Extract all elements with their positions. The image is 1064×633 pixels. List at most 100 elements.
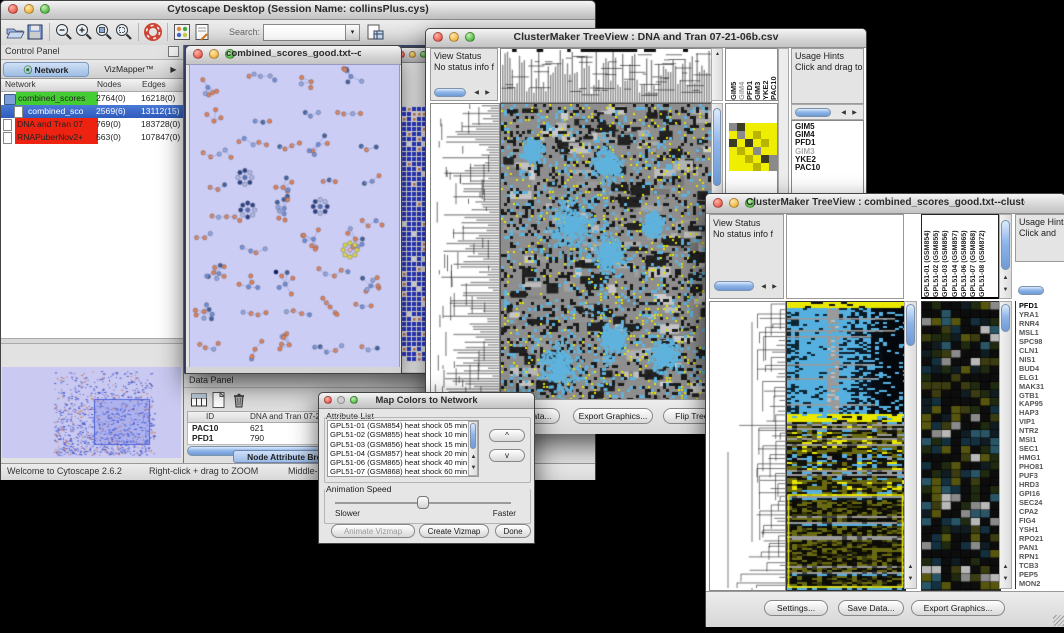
scroll-up-icon[interactable]: ▲ (905, 564, 916, 570)
treeview1-left-dendrogram[interactable] (430, 103, 500, 401)
scroll-down-icon[interactable]: ▼ (1000, 576, 1011, 582)
attribute-list-item[interactable]: GPL51-02 (GSM855) heat shock 10 min (328, 430, 478, 439)
network-list-row[interactable]: RNAPuberNov2+563(0)107847(0) (1, 131, 183, 144)
done-button[interactable]: Done (495, 524, 531, 538)
scrollbar-thumb[interactable] (713, 108, 721, 186)
disabled-animate-vizmap-button[interactable]: Animate Vizmap (331, 524, 415, 538)
scroll-right-icon[interactable]: ▶ (482, 90, 493, 96)
scrollbar-thumb[interactable] (1001, 304, 1010, 332)
treeview1-top-dendrogram[interactable] (500, 48, 712, 103)
move-down-button[interactable]: v (489, 449, 525, 462)
treeview2-titlebar[interactable]: ClusterMaker TreeView : combined_scores_… (706, 194, 1064, 214)
tab-network[interactable]: ⦿ Network (3, 62, 89, 77)
network-view-canvas[interactable] (189, 64, 400, 368)
move-up-button[interactable]: ^ (489, 429, 525, 442)
import-table-icon[interactable] (365, 22, 385, 42)
zoom-button[interactable] (350, 396, 358, 404)
view-status-hscrollbar[interactable] (434, 88, 466, 97)
scroll-right-icon[interactable]: ▶ (769, 284, 780, 290)
attribute-list-item[interactable]: GPL51-01 (GSM854) heat shock 05 min (328, 421, 478, 430)
treeview2-hints-hscrollbar[interactable] (1018, 286, 1044, 295)
scroll-up-icon[interactable]: ▲ (468, 454, 479, 460)
scroll-down-icon[interactable]: ▼ (468, 465, 479, 471)
minimize-button[interactable] (449, 32, 459, 42)
network-list-row[interactable]: combined_sco2569(6)13112(15) (1, 105, 183, 118)
attribute-list-vscrollbar[interactable]: ▲ ▼ (468, 421, 478, 476)
attribute-list-item[interactable]: GPL51-06 (GSM865) heat shock 40 min (328, 458, 478, 467)
close-button[interactable] (8, 4, 18, 14)
minimize-button[interactable] (24, 4, 34, 14)
resize-grip[interactable] (1053, 615, 1064, 626)
main-window-titlebar[interactable]: Cytoscape Desktop (Session Name: collins… (1, 1, 595, 20)
save-data-button[interactable]: Save Data... (838, 600, 904, 616)
scroll-up-icon[interactable]: ▲ (1000, 564, 1011, 570)
scroll-up-icon[interactable]: ▲ (1000, 275, 1011, 281)
zoom-out-icon[interactable] (54, 22, 74, 42)
delete-attribute-icon[interactable] (229, 390, 249, 410)
treeview2-right-vscrollbar[interactable]: ▲ ▼ (999, 301, 1012, 589)
minimize-button[interactable] (409, 51, 416, 58)
close-button[interactable] (433, 32, 443, 42)
scrollbar-thumb[interactable] (1001, 220, 1010, 270)
column-label-gpl51-08[interactable]: GPL51-08 (GSM872) (979, 215, 988, 297)
scroll-down-icon[interactable]: ▼ (1000, 287, 1011, 293)
animation-slider-thumb[interactable] (417, 496, 429, 509)
select-attributes-icon[interactable] (189, 390, 209, 410)
scrollbar-thumb[interactable] (906, 304, 915, 346)
zoom-selected-icon[interactable] (94, 22, 114, 42)
treeview2-left-dendrogram[interactable] (709, 301, 786, 591)
attribute-list-item[interactable]: GPL51-04 (GSM857) heat shock 20 min (328, 449, 478, 458)
help-icon[interactable] (143, 22, 163, 42)
open-icon[interactable] (5, 22, 25, 42)
column-label-pfd1[interactable]: PFD1 (745, 49, 753, 100)
annotation-icon[interactable] (192, 22, 212, 42)
row-label-pac10[interactable]: PAC10 (795, 164, 863, 172)
scrollbar-thumb[interactable] (470, 423, 476, 449)
column-label-pac10[interactable]: PAC10 (769, 49, 777, 100)
scroll-down-icon[interactable]: ▼ (905, 576, 916, 582)
treeview1-titlebar[interactable]: ClusterMaker TreeView : DNA and Tran 07-… (426, 29, 866, 48)
plugin-manager-icon[interactable] (172, 22, 192, 42)
column-label-yke2[interactable]: YKE2 (761, 49, 769, 100)
column-label-gim3[interactable]: GIM3 (753, 49, 761, 100)
attribute-list-item[interactable]: GPL51-07 (GSM868) heat shock 60 min (328, 467, 478, 476)
column-label-gim5[interactable]: GIM5 (729, 49, 737, 100)
column-label-gpl51-07[interactable]: GPL51-07 (GSM868) (970, 215, 979, 297)
close-button[interactable] (193, 49, 203, 59)
column-label-gpl51-02[interactable]: GPL51-02 (GSM855) (933, 215, 942, 297)
view-status-hscrollbar[interactable] (714, 281, 754, 291)
scroll-left-icon[interactable]: ◀ (758, 284, 769, 290)
scroll-left-icon[interactable]: ◀ (838, 110, 849, 116)
dialog-titlebar[interactable]: Map Colors to Network (319, 393, 534, 409)
treeview1-top-scroll-strip[interactable]: ▴ (711, 48, 723, 101)
gene-label-mon2[interactable]: MON2 (1019, 580, 1064, 589)
treeview2-top-dendrogram-area[interactable] (786, 214, 904, 299)
settings-button[interactable]: Settings... (764, 600, 828, 616)
hscrollbar-thumb[interactable] (795, 108, 831, 117)
create-vizmap-button[interactable]: Create Vizmap (419, 524, 489, 538)
network-view-titlebar[interactable]: combined_scores_good.txt--cluste... (186, 46, 401, 65)
column-label-gpl51-04[interactable]: GPL51-04 (GSM857) (952, 215, 961, 297)
column-label-gpl51-06[interactable]: GPL51-06 (GSM865) (961, 215, 970, 297)
treeview2-top-vscrollbar[interactable]: ▲ ▼ (999, 214, 1012, 299)
scroll-right-icon[interactable]: ▶ (849, 110, 860, 116)
search-input[interactable] (263, 24, 347, 41)
float-panel-icon[interactable] (168, 46, 179, 57)
zoom-fit-icon[interactable] (114, 22, 134, 42)
network-list-row[interactable]: combined_scores2764(0)16218(0) (1, 92, 183, 105)
column-label-gim4[interactable]: GIM4 (737, 49, 745, 100)
scroll-left-icon[interactable]: ◀ (471, 90, 482, 96)
search-dropdown-arrow[interactable]: ▾ (345, 24, 360, 41)
minimize-button[interactable] (729, 198, 739, 208)
treeview2-heatmap-canvas[interactable] (786, 301, 906, 591)
tab-vizmapper[interactable]: VizMapper™ (93, 62, 165, 77)
close-button[interactable] (324, 396, 332, 404)
minimize-button[interactable] (337, 396, 345, 404)
network-list-row[interactable]: DNA and Tran 07769(0)183728(0) (1, 118, 183, 131)
close-button[interactable] (713, 198, 723, 208)
export-graphics-button[interactable]: Export Graphics... (911, 600, 1005, 616)
save-icon[interactable] (25, 22, 45, 42)
create-attribute-icon[interactable] (209, 390, 229, 410)
attribute-list[interactable]: GPL51-01 (GSM854) heat shock 05 minGPL51… (327, 420, 479, 477)
panel-splitter[interactable] (1, 338, 183, 344)
